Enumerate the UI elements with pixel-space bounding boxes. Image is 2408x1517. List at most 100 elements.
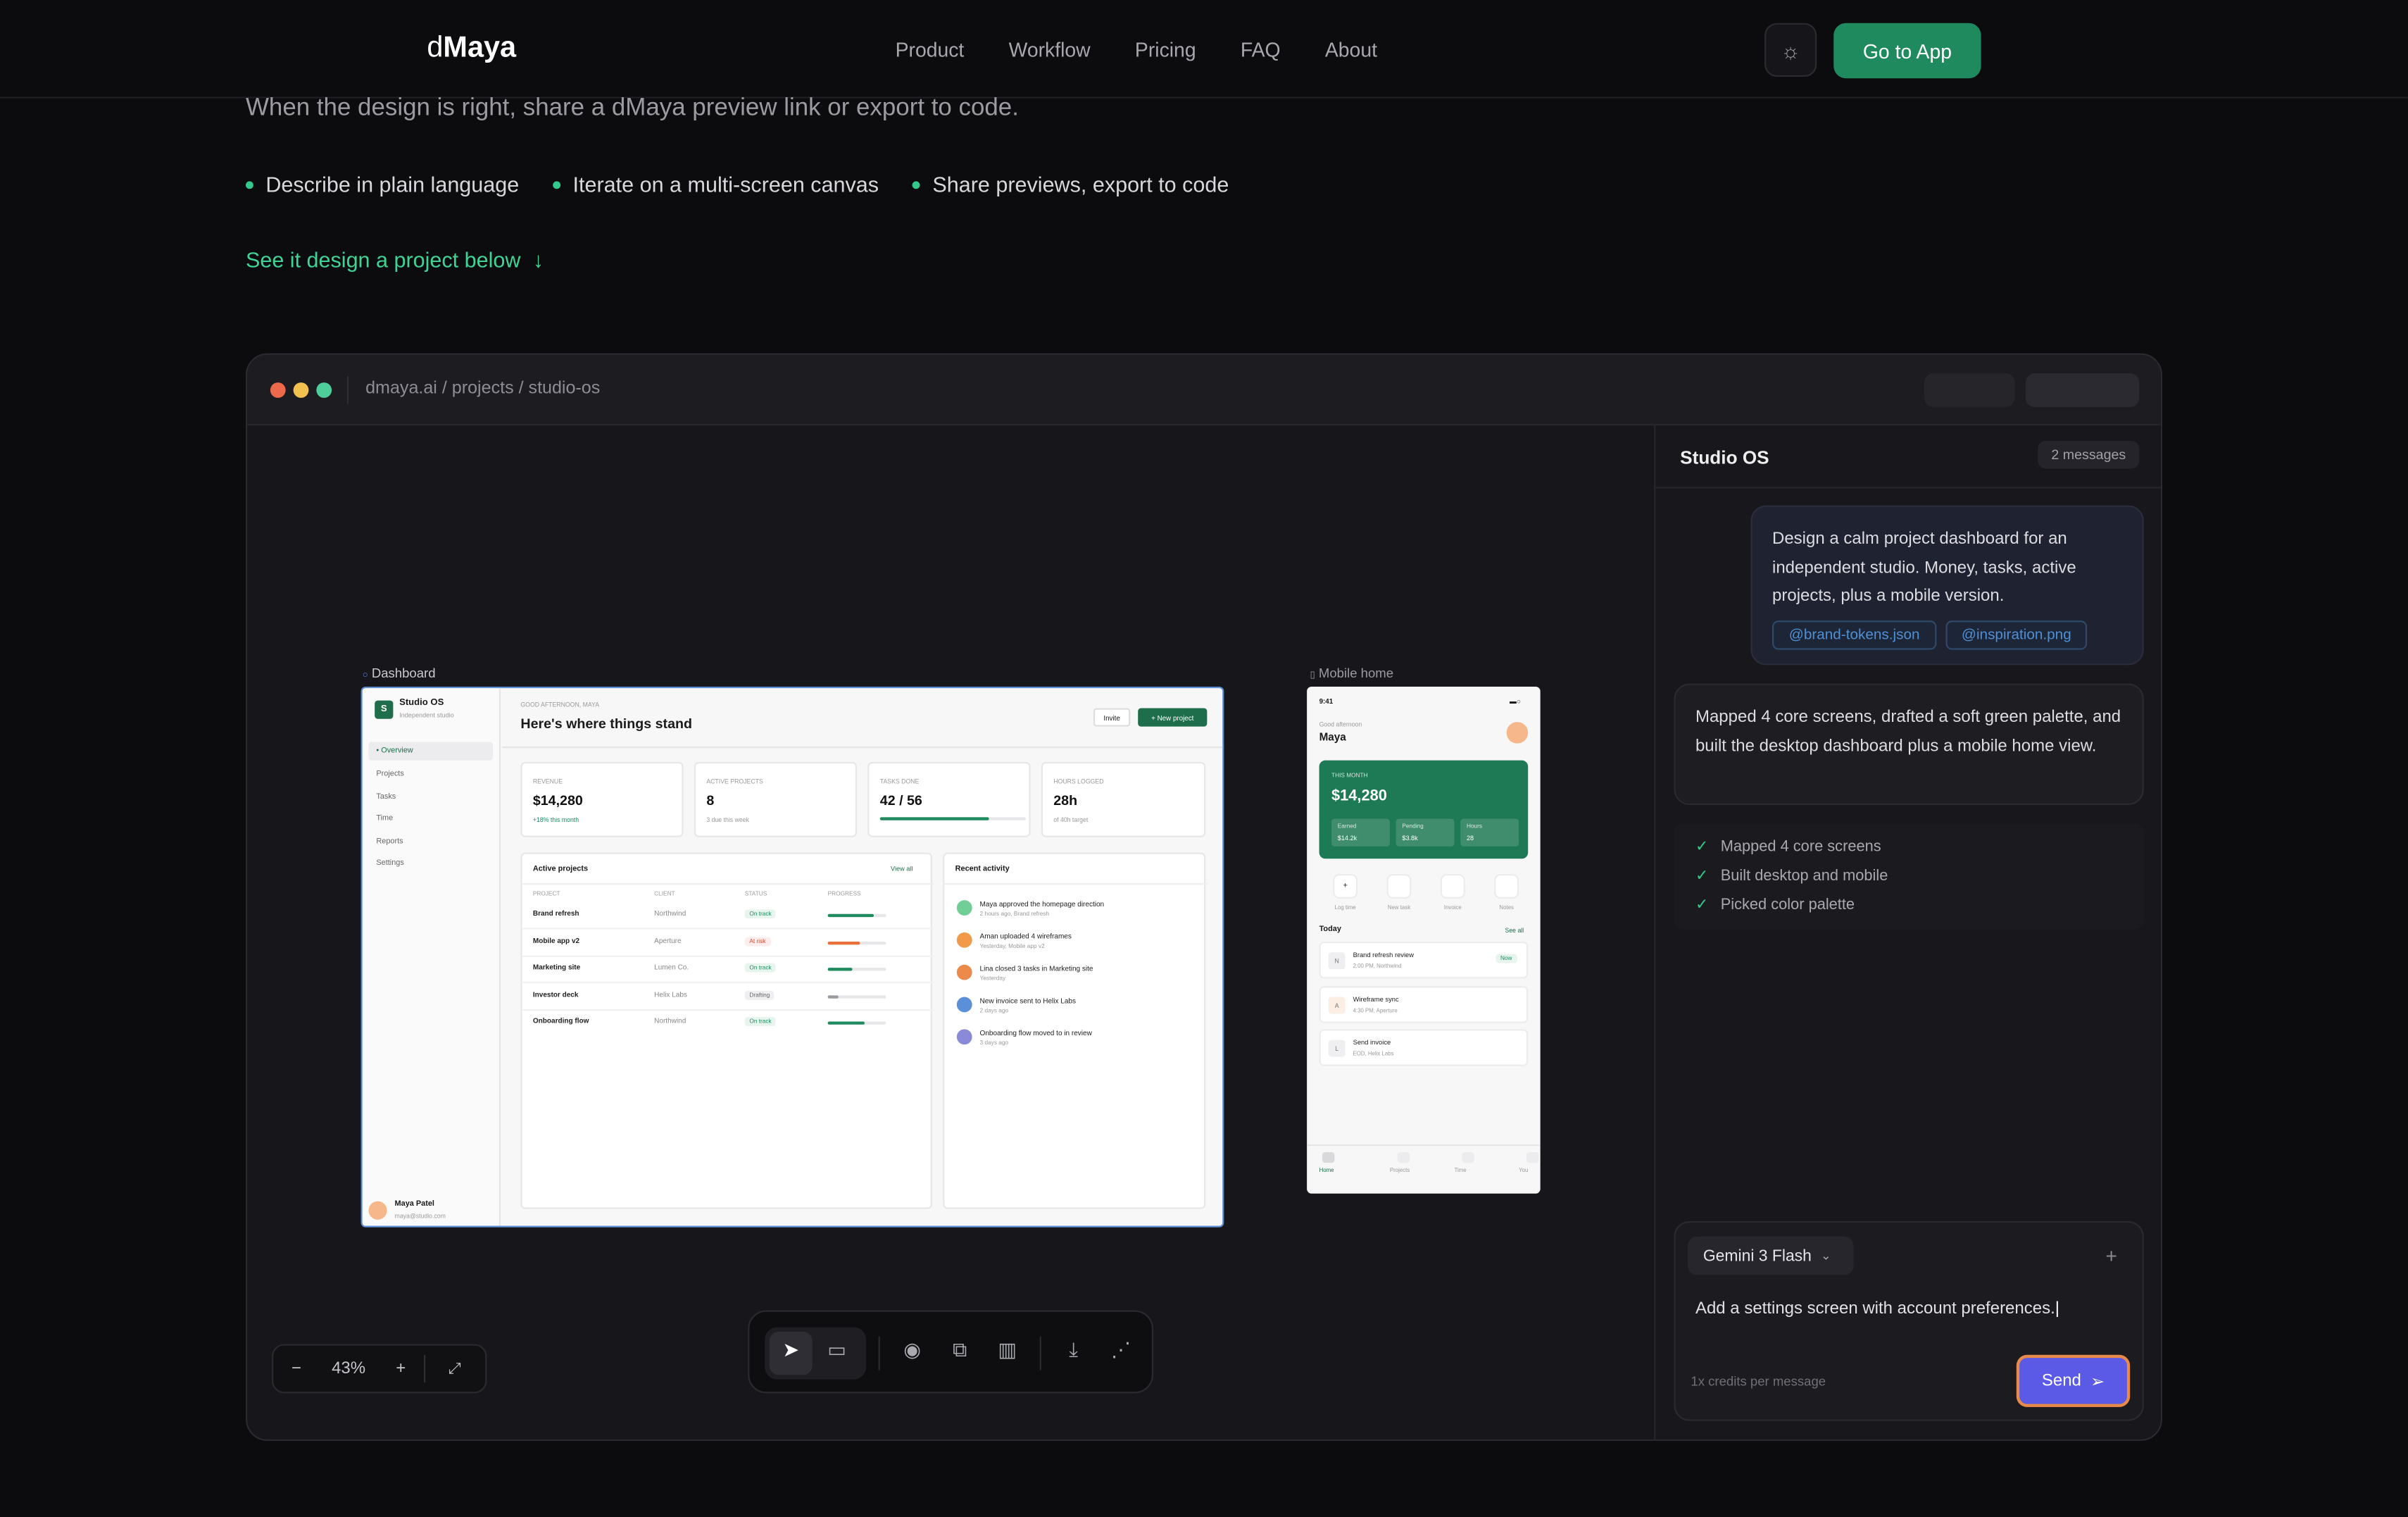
table-row[interactable]: Marketing site Lumen Co. On track <box>522 957 934 983</box>
attachment-tag[interactable]: @inspiration.png <box>1945 620 2088 650</box>
fullscreen-icon[interactable]: ⤢ <box>425 1360 484 1377</box>
preview-eye-icon[interactable]: ◉ <box>897 1338 928 1363</box>
download-icon[interactable]: ⤓ <box>1058 1338 1089 1363</box>
credits-note: 1x credits per message <box>1691 1373 1826 1389</box>
progress-track <box>827 994 886 998</box>
nav-link-workflow[interactable]: Workflow <box>1009 39 1091 62</box>
titlebar-button-placeholder[interactable] <box>2025 373 2140 407</box>
tab-label: Time <box>1454 1167 1467 1174</box>
dash-nav-reports[interactable]: Reports <box>376 837 403 847</box>
status-badge: Drafting <box>744 990 775 999</box>
avatar[interactable] <box>1506 722 1529 744</box>
tasks-progress-track <box>879 817 1026 820</box>
chat-input[interactable]: Add a settings screen with account prefe… <box>1695 1299 2059 1318</box>
status-time: 9:41 <box>1319 697 1334 706</box>
today-item[interactable]: N Brand refresh review 2:00 PM, Northwind N… <box>1319 942 1529 979</box>
mobile-tab[interactable]: Time <box>1448 1151 1491 1183</box>
mobile-tab[interactable]: You <box>1512 1151 1540 1183</box>
dash-nav-tasks[interactable]: Tasks <box>376 792 396 801</box>
attachment-tag[interactable]: @brand-tokens.json <box>1772 620 1937 650</box>
brand-subtitle: Independent studio <box>399 711 454 719</box>
item-initial: A <box>1328 996 1346 1013</box>
client-name: Northwind <box>654 909 686 918</box>
activity-avatar <box>956 997 972 1013</box>
divider <box>878 1336 880 1371</box>
zoom-out-button[interactable]: − <box>273 1359 319 1378</box>
tab-icon <box>1397 1151 1410 1163</box>
status-badge: On track <box>744 909 777 919</box>
mobile-tab[interactable]: Home <box>1319 1151 1362 1183</box>
dash-nav-overview[interactable]: • Overview <box>376 747 413 756</box>
client-name: Aperture <box>654 936 682 944</box>
divider <box>522 928 934 930</box>
today-item[interactable]: A Wireframe sync 4:30 PM, Aperture <box>1319 985 1529 1023</box>
dashboard-frame[interactable]: S Studio OS Independent studio • Overvie… <box>360 686 1224 1228</box>
list-item[interactable]: Onboarding flow moved to in review 3 days… <box>944 1026 1207 1057</box>
zoom-in-button[interactable]: + <box>378 1359 424 1378</box>
share-icon[interactable]: ⋰ <box>1105 1338 1136 1363</box>
activity-avatar <box>956 964 972 980</box>
screen-label-mobile[interactable]: ▯ Mobile home <box>1310 665 1393 680</box>
nav-link-about[interactable]: About <box>1325 39 1377 62</box>
see-all-link[interactable]: See all <box>1505 926 1524 934</box>
today-item[interactable]: L Send invoice EOD, Helix Labs <box>1319 1029 1529 1066</box>
progress-fill <box>827 940 860 944</box>
activity-meta: 2 hours ago, Brand refresh <box>979 911 1050 918</box>
theme-toggle-button[interactable]: ☼ <box>1764 23 1817 77</box>
quick-action-button[interactable]: + Log time <box>1325 874 1365 917</box>
action-label: Log time <box>1334 904 1356 911</box>
nav-link-faq[interactable]: FAQ <box>1241 39 1281 62</box>
mobile-tab[interactable]: Projects <box>1384 1151 1426 1183</box>
send-button[interactable]: Send ➢ <box>2016 1354 2131 1407</box>
table-row[interactable]: Mobile app v2 Aperture At risk <box>522 930 934 956</box>
quick-action-button[interactable]: New task <box>1379 874 1419 917</box>
list-item[interactable]: Aman uploaded 4 wireframes Yesterday, Mob… <box>944 930 1207 961</box>
close-dot-icon[interactable] <box>270 382 286 398</box>
dash-nav-projects[interactable]: Projects <box>376 770 403 779</box>
mobile-frame[interactable]: 9:41 ▬○ Good afternoon Maya THIS MONTH $… <box>1307 686 1541 1194</box>
go-to-app-button[interactable]: Go to App <box>1833 23 1981 79</box>
dash-nav-settings[interactable]: Settings <box>376 859 403 868</box>
screen-label-dashboard[interactable]: ○ Dashboard <box>363 665 436 680</box>
kpi-card-active-projects: ACTIVE PROJECTS 8 3 due this week <box>694 761 858 837</box>
duplicate-icon[interactable]: ⧉ <box>944 1338 975 1363</box>
quick-action-button[interactable]: Notes <box>1486 874 1526 917</box>
titlebar-button-placeholder[interactable] <box>1924 373 2015 407</box>
progress-fill <box>827 994 839 998</box>
table-row[interactable]: Investor deck Helix Labs Drafting <box>522 984 934 1011</box>
divider <box>1307 1144 1541 1147</box>
trash-icon[interactable]: ▥ <box>992 1338 1023 1363</box>
page-root: dMaya Product Workflow Pricing FAQ About… <box>0 0 2408 1517</box>
avatar <box>368 1201 387 1220</box>
list-item[interactable]: Lina closed 3 tasks in Marketing site Yes… <box>944 961 1207 992</box>
divider <box>1039 1336 1041 1371</box>
list-item[interactable]: Maya approved the homepage direction 2 ho… <box>944 897 1207 928</box>
minimize-dot-icon[interactable] <box>293 382 309 398</box>
nav-link-product[interactable]: Product <box>896 39 965 62</box>
breadcrumb: dmaya.ai / projects / studio-os <box>365 379 601 398</box>
pointer-icon[interactable]: ➤ <box>775 1338 806 1363</box>
maximize-dot-icon[interactable] <box>316 382 332 398</box>
table-row[interactable]: Brand refresh Northwind On track <box>522 903 934 930</box>
design-canvas[interactable]: ○ Dashboard ▯ Mobile home S Studio OS In… <box>247 425 1655 1440</box>
project-name: Investor deck <box>532 990 579 998</box>
activity-text: Onboarding flow moved to in review <box>979 1029 1092 1037</box>
add-attachment-icon[interactable]: + <box>2105 1244 2117 1268</box>
assistant-message: Mapped 4 core screens, drafted a soft gr… <box>1674 683 2144 805</box>
dash-nav-time[interactable]: Time <box>376 814 393 823</box>
table-row[interactable]: Onboarding flow Northwind On track <box>522 1011 934 1035</box>
mobile-greeting: Good afternoon <box>1319 720 1362 728</box>
comment-icon[interactable]: ▭ <box>822 1338 853 1363</box>
nav-link-pricing[interactable]: Pricing <box>1135 39 1196 62</box>
model-select[interactable]: Gemini 3 Flash ⌄ <box>1688 1236 1854 1275</box>
action-label: Notes <box>1499 904 1514 911</box>
list-item[interactable]: New invoice sent to Helix Labs 2 days ago <box>944 994 1207 1025</box>
user-name: Maya Patel <box>394 1199 434 1209</box>
view-all-link[interactable]: View all <box>891 865 913 873</box>
logo[interactable]: dMaya <box>427 32 516 66</box>
quick-action-button[interactable]: Invoice <box>1433 874 1473 917</box>
status-badge: On track <box>744 963 777 973</box>
see-it-link[interactable]: See it design a project below ↓ <box>246 247 544 272</box>
new-project-button[interactable]: + New project <box>1138 708 1208 727</box>
invite-button[interactable]: Invite <box>1093 708 1131 727</box>
